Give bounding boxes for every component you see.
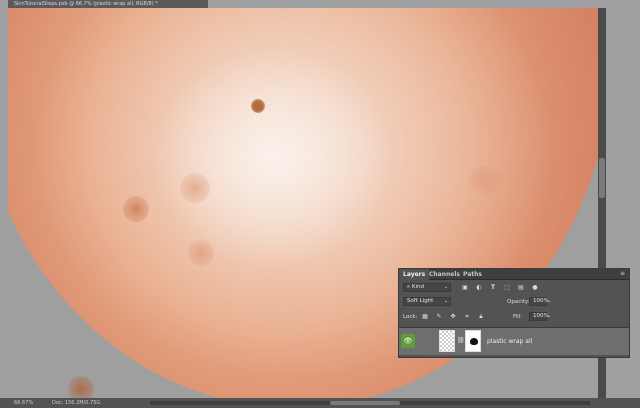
layer-mask-thumbnail[interactable] bbox=[465, 330, 481, 352]
layer-row[interactable]: 👁︎ ⛓︎ plastic wrap all bbox=[399, 327, 629, 355]
filter-kind-label: Kind bbox=[411, 284, 424, 290]
lock-all-icon[interactable]: 🔒︎ bbox=[477, 313, 485, 321]
mask-shape bbox=[470, 338, 478, 345]
skin-spot bbox=[68, 376, 94, 398]
zoom-level[interactable]: 66.67% bbox=[14, 398, 33, 408]
lock-image-pixels-icon[interactable]: ✎ bbox=[435, 313, 443, 321]
document-tab[interactable]: SkinTutorialSteps.psb @ 66.7% (plastic w… bbox=[8, 0, 208, 8]
skin-spot bbox=[123, 196, 149, 222]
document-info[interactable]: Doc: 156.2M/0.75G bbox=[52, 398, 100, 408]
skin-spot bbox=[468, 166, 502, 194]
eye-icon[interactable]: 👁︎ bbox=[401, 334, 415, 348]
blend-row: Soft Light ⌄ Opacity: 100% ⌄ bbox=[399, 296, 629, 308]
vertical-scrollbar-thumb[interactable] bbox=[599, 158, 605, 198]
type-filter-icon[interactable]: T bbox=[489, 284, 497, 292]
filter-toggle-icon[interactable]: ● bbox=[531, 284, 539, 292]
panel-menu-icon[interactable]: ≡ bbox=[620, 271, 626, 277]
opacity-input[interactable]: 100% bbox=[529, 297, 549, 306]
blend-mode-select[interactable]: Soft Light ⌄ bbox=[403, 297, 451, 306]
horizontal-scrollbar-thumb[interactable] bbox=[330, 401, 400, 405]
layer-name[interactable]: plastic wrap all bbox=[487, 338, 532, 345]
skin-spot bbox=[180, 173, 210, 203]
lock-artboard-icon[interactable]: ⌗ bbox=[463, 313, 471, 321]
lock-row: Lock: ▦ ✎ ✥ ⌗ 🔒︎ Fill: 100% ⌄ bbox=[399, 311, 629, 323]
lock-position-icon[interactable]: ✥ bbox=[449, 313, 457, 321]
chevron-down-icon: ⌄ bbox=[443, 284, 448, 290]
lock-transparent-pixels-icon[interactable]: ▦ bbox=[421, 313, 429, 321]
photoshop-window: SkinTutorialSteps.psb @ 66.7% (plastic w… bbox=[0, 0, 640, 408]
search-icon: ⌕ bbox=[407, 284, 411, 290]
shape-filter-icon[interactable]: ⬚ bbox=[503, 284, 511, 292]
tab-paths[interactable]: Paths bbox=[459, 269, 486, 280]
fill-input[interactable]: 100% bbox=[529, 312, 549, 321]
panel-tab-bar: Layers Channels Paths ≡ bbox=[399, 269, 629, 280]
chain-link-icon[interactable]: ⛓︎ bbox=[457, 337, 465, 345]
adjustment-filter-icon[interactable]: ◐ bbox=[475, 284, 483, 292]
status-bar: 66.67% Doc: 156.2M/0.75G bbox=[0, 398, 640, 408]
layers-panel: Layers Channels Paths ≡ ⌕ Kind ⌄ ▣ ◐ T ⬚… bbox=[398, 268, 630, 358]
layer-thumbnail[interactable] bbox=[439, 330, 455, 352]
horizontal-scrollbar[interactable] bbox=[150, 401, 590, 405]
skin-spot bbox=[251, 99, 265, 113]
chevron-down-icon[interactable]: ⌄ bbox=[547, 313, 551, 319]
opacity-label: Opacity: bbox=[507, 299, 530, 305]
layer-filter-row: ⌕ Kind ⌄ ▣ ◐ T ⬚ ▤ ● bbox=[399, 282, 629, 294]
skin-spot bbox=[188, 240, 214, 266]
image-filter-icon[interactable]: ▣ bbox=[461, 284, 469, 292]
chevron-down-icon[interactable]: ⌄ bbox=[547, 298, 551, 304]
chevron-down-icon: ⌄ bbox=[443, 298, 448, 304]
smart-object-filter-icon[interactable]: ▤ bbox=[517, 284, 525, 292]
filter-kind-select[interactable]: ⌕ Kind ⌄ bbox=[403, 283, 451, 292]
lock-label: Lock: bbox=[403, 314, 418, 320]
fill-label: Fill: bbox=[513, 314, 523, 320]
blend-mode-value: Soft Light bbox=[407, 298, 434, 304]
